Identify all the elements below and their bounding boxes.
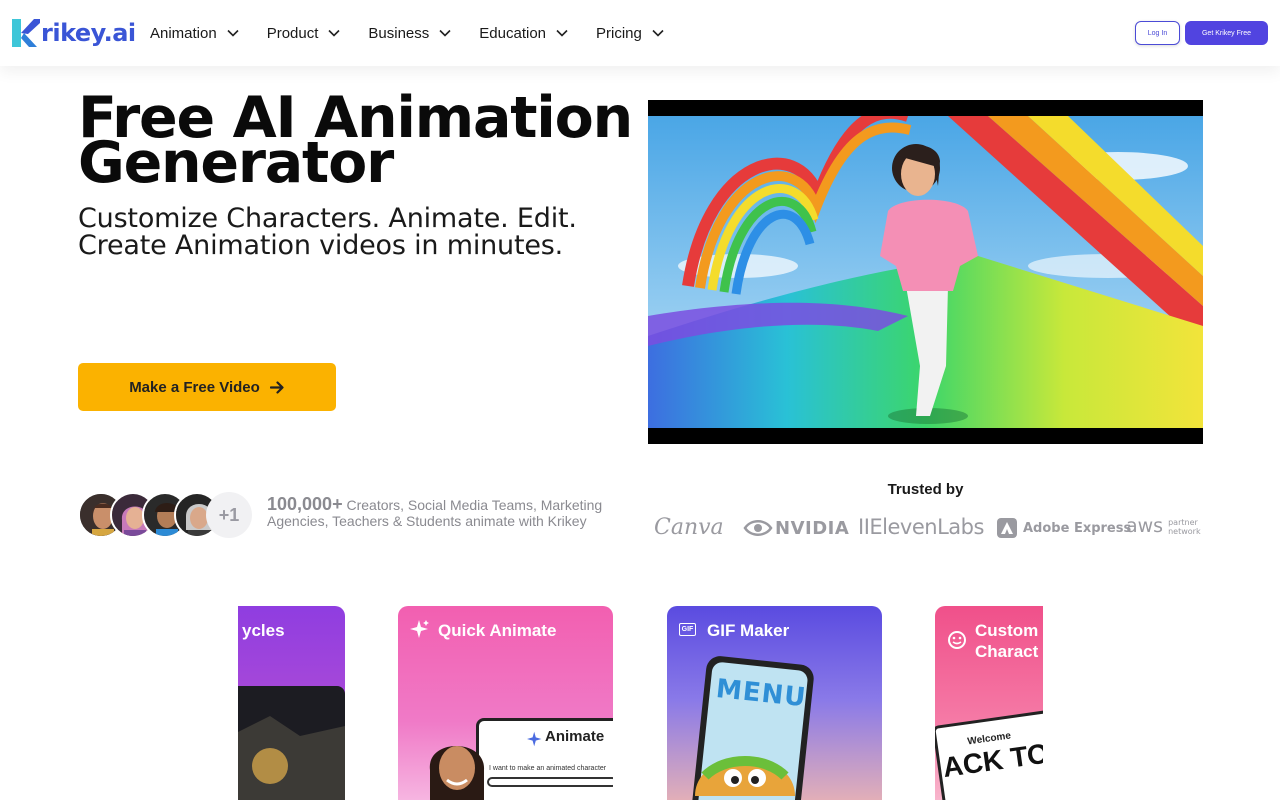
logo-text: rikey.ai [41,19,136,47]
trusted-by-heading: Trusted by [887,481,964,498]
chevron-down-icon [328,29,340,37]
nvidia-logo: NVIDIA [743,517,849,539]
adobe-express-wordmark: Adobe Express [1023,520,1132,536]
smiley-icon [948,631,966,649]
taco-illustration [695,756,795,796]
nvidia-eye-icon [743,520,773,536]
page-title: Free AI Animation Generator [78,90,638,192]
login-button[interactable]: Log In [1135,21,1180,45]
nav-item-label: Animation [150,24,217,42]
chevron-down-icon [439,29,451,37]
feature-card-gif-maker[interactable]: GIF GIF Maker MENU [667,606,882,800]
elevenlabs-logo: IIElevenLabs [858,515,984,539]
feature-carousel: ycles Quick Animate Animate I want to ma… [238,606,1043,800]
feature-card-custom-characters[interactable]: Custom Charact Welcome ACK TO [935,606,1043,800]
user-count: 100,000+ [267,494,343,514]
card-title: Quick Animate [438,621,557,640]
social-proof-text: 100,000+ Creators, Social Media Teams, M… [267,494,627,529]
adobe-icon [997,518,1017,538]
top-navbar: rikey.ai Animation Product Business Educ… [0,0,1280,66]
nav-item-business[interactable]: Business [368,22,451,44]
card-title: GIF Maker [707,621,790,640]
welcome-board: Welcome ACK TO [935,706,1043,800]
feature-card-quick-animate[interactable]: Quick Animate Animate I want to make an … [398,606,613,800]
subtitle-line-2: Create Animation videos in minutes. [78,230,563,261]
chevron-down-icon [227,29,239,37]
more-users-badge: +1 [206,492,252,538]
arrow-right-icon [269,380,284,394]
hero-video[interactable] [648,100,1203,444]
aws-partner-text: partner network [1168,518,1201,536]
animate-panel-input [487,777,613,787]
gif-icon: GIF [679,623,696,636]
nav-item-animation[interactable]: Animation [150,22,239,44]
canva-logo: Canva [654,515,724,540]
nav-item-product[interactable]: Product [267,22,341,44]
cta-label: Make a Free Video [129,378,260,396]
animate-panel-prompt: I want to make an animated character [489,765,607,772]
card-title-line-2: Charact [975,642,1039,661]
feature-card-cycles[interactable]: ycles [238,606,345,800]
nav-item-label: Business [368,24,430,42]
chevron-down-icon [652,29,664,37]
logo-k-mark [10,17,40,49]
adobe-express-logo: Adobe Express [997,518,1131,538]
card-title: ycles [242,621,285,640]
make-free-video-button[interactable]: Make a Free Video [78,363,336,411]
subtitle-line-1: Customize Characters. Animate. Edit. [78,203,577,234]
welcome-big-text: ACK TO [940,737,1043,784]
character-illustration [429,746,485,800]
card-illustration [238,686,345,800]
get-krikey-free-button[interactable]: Get Krikey Free [1185,21,1268,45]
chevron-down-icon [556,29,568,37]
sparkle-icon [410,620,429,638]
aws-logo: aws partner network [1126,515,1204,537]
card-title-line-1: Custom [975,621,1039,640]
sparkle-icon [527,731,542,747]
nav-menu: Animation Product Business Education Pri… [150,22,692,44]
video-frame [648,116,1203,428]
trusted-logos: Canva NVIDIA IIElevenLabs Adobe Express … [648,512,1208,546]
nav-item-label: Education [479,24,546,42]
animate-panel-label: Animate [545,728,605,745]
nvidia-wordmark: NVIDIA [775,517,850,539]
aws-wordmark: aws [1126,515,1164,537]
nav-item-education[interactable]: Education [479,22,568,44]
hero-subtitle: Customize Characters. Animate. Edit. Cre… [78,205,638,259]
animate-panel: Animate I want to make an animated chara… [476,718,613,800]
nav-item-pricing[interactable]: Pricing [596,22,664,44]
card-title: Custom Charact [975,620,1038,662]
krikey-logo[interactable]: rikey.ai [10,16,136,50]
nav-item-label: Pricing [596,24,642,42]
nav-item-label: Product [266,24,319,42]
